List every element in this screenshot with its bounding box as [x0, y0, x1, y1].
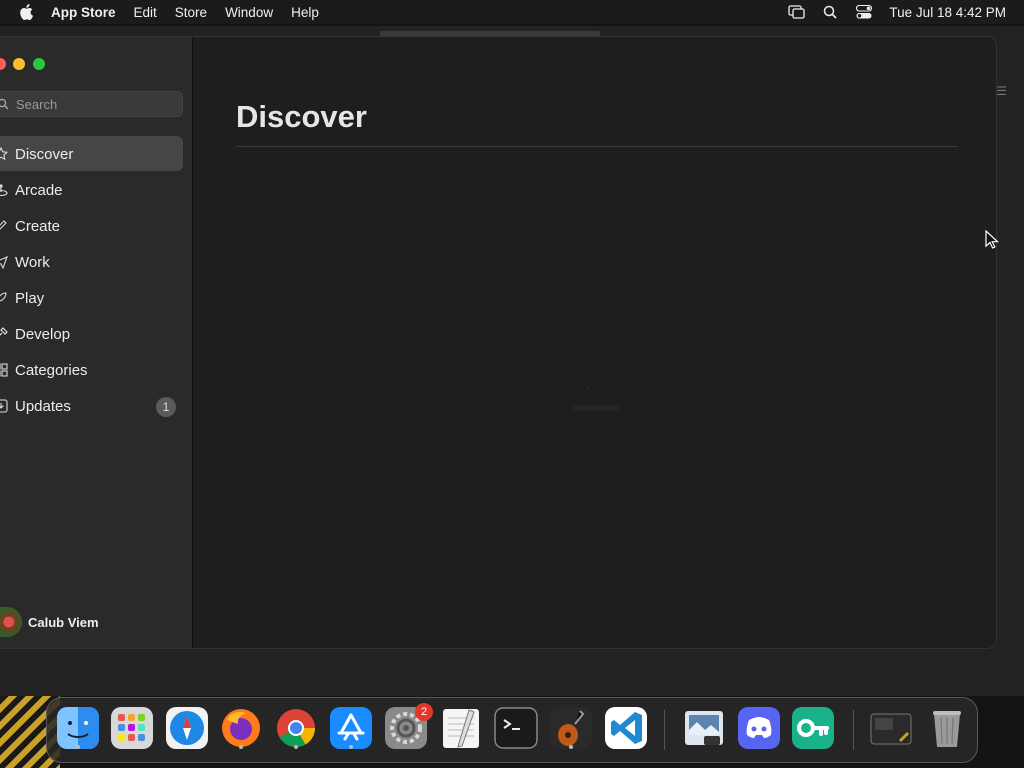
- page-title: Discover: [236, 99, 367, 134]
- window-zoom-button[interactable]: [33, 58, 45, 70]
- dock-preview[interactable]: [682, 706, 726, 750]
- dock: 2: [46, 697, 978, 763]
- dock-separator: [664, 710, 665, 750]
- sidebar-item-play[interactable]: Play: [0, 280, 193, 316]
- search-icon: [0, 97, 11, 111]
- spotlight-search-icon[interactable]: [821, 3, 839, 21]
- dock-app-store[interactable]: [329, 706, 373, 750]
- apple-menu-icon[interactable]: [17, 3, 35, 21]
- sidebar-item-arcade[interactable]: Arcade: [0, 172, 193, 208]
- sidebar-item-create[interactable]: Create: [0, 208, 193, 244]
- grid-icon: [0, 363, 8, 377]
- sidebar-item-label: Updates: [15, 397, 71, 415]
- window-close-button[interactable]: [0, 58, 6, 70]
- sidebar-item-discover[interactable]: Discover: [0, 136, 193, 172]
- updates-count-badge: 1: [156, 397, 176, 417]
- sidebar-item-updates[interactable]: Updates 1: [0, 388, 193, 424]
- dock-trash[interactable]: [925, 706, 969, 750]
- dock-safari[interactable]: [165, 706, 209, 750]
- hammer-icon: [0, 327, 8, 341]
- search-field[interactable]: [0, 91, 183, 117]
- sidebar-item-work[interactable]: Work: [0, 244, 193, 280]
- menu-app-name[interactable]: App Store: [51, 5, 116, 20]
- dock-textedit[interactable]: [439, 706, 483, 750]
- menu-edit[interactable]: Edit: [134, 5, 157, 20]
- sidebar-item-label: Discover: [15, 145, 74, 163]
- sidebar-item-develop[interactable]: Develop: [0, 316, 193, 352]
- running-indicator: [569, 745, 573, 749]
- title-divider: [236, 146, 958, 147]
- control-center-icon[interactable]: [855, 3, 873, 21]
- list-icon: ☰: [996, 84, 1007, 98]
- dock-chrome[interactable]: [274, 706, 318, 750]
- dock-system-settings[interactable]: 2: [384, 703, 433, 750]
- brush-icon: [0, 219, 8, 233]
- screen-mirroring-icon[interactable]: [787, 3, 805, 21]
- paperplane-icon: [0, 255, 8, 269]
- mouse-cursor: [985, 229, 1000, 250]
- dock-separator: [853, 710, 854, 750]
- menu-bar: App Store Edit Store Window Help Tue Jul…: [0, 0, 1024, 24]
- sidebar-item-label: Develop: [15, 325, 71, 343]
- notification-badge: 2: [415, 703, 433, 721]
- running-indicator: [349, 745, 353, 749]
- sidebar-nav: Discover Arcade Create Work Play Develop: [0, 136, 193, 424]
- dock-firefox[interactable]: [219, 706, 263, 750]
- menu-window[interactable]: Window: [225, 5, 273, 20]
- rocket-icon: [0, 291, 8, 305]
- sidebar-item-categories[interactable]: Categories: [0, 352, 193, 388]
- dock-screenshot[interactable]: [869, 706, 913, 750]
- search-input[interactable]: [16, 96, 166, 112]
- joystick-icon: [0, 183, 8, 197]
- dock-finder[interactable]: [56, 706, 100, 750]
- menu-store[interactable]: Store: [175, 5, 207, 20]
- running-indicator: [76, 745, 80, 749]
- dock-terminal[interactable]: [494, 706, 538, 750]
- sidebar: Discover Arcade Create Work Play Develop: [0, 37, 193, 648]
- dock-vscode[interactable]: [604, 706, 648, 750]
- menu-help[interactable]: Help: [291, 5, 319, 20]
- menu-clock[interactable]: Tue Jul 18 4:42 PM: [889, 5, 1006, 20]
- loading-indicator: [566, 379, 626, 419]
- dock-launchpad[interactable]: [110, 706, 154, 750]
- download-icon: [0, 399, 8, 413]
- running-indicator: [239, 745, 243, 749]
- main-content: Discover: [194, 37, 996, 648]
- sidebar-item-label: Create: [15, 217, 61, 235]
- app-store-window: Discover Arcade Create Work Play Develop: [0, 36, 997, 649]
- avatar: [0, 607, 22, 637]
- star-icon: [0, 147, 8, 161]
- dock-passwords[interactable]: [791, 706, 835, 750]
- account-button[interactable]: Calub Viem: [0, 607, 99, 637]
- sidebar-item-label: Categories: [15, 361, 88, 379]
- sidebar-item-label: Work: [15, 253, 50, 271]
- window-minimize-button[interactable]: [13, 58, 25, 70]
- user-name: Calub Viem: [28, 614, 99, 630]
- dock-garageband[interactable]: [549, 706, 593, 750]
- dock-discord[interactable]: [737, 706, 781, 750]
- sidebar-item-label: Play: [15, 289, 45, 307]
- running-indicator: [294, 745, 298, 749]
- sidebar-item-label: Arcade: [15, 181, 63, 199]
